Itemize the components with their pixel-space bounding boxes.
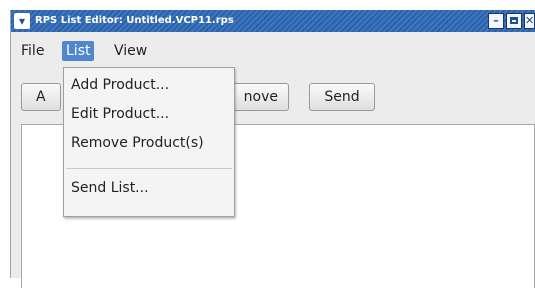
menu-bar: File List View [11, 39, 535, 63]
maximize-icon[interactable] [506, 13, 522, 29]
menu-file[interactable]: File [17, 41, 48, 61]
menu-list[interactable]: List [62, 41, 95, 61]
app-window: ▾ RPS List Editor: Untitled.VCP11.rps – … [10, 10, 535, 288]
menu-separator [66, 168, 232, 169]
chevron-down-icon[interactable]: ▾ [14, 13, 30, 29]
minimize-icon[interactable]: – [488, 13, 504, 29]
menu-item-edit-product[interactable]: Edit Product... [71, 106, 169, 122]
menu-item-remove-products[interactable]: Remove Product(s) [71, 135, 204, 151]
list-menu-dropdown: Add Product... Edit Product... Remove Pr… [63, 67, 235, 217]
menu-item-send-list[interactable]: Send List... [71, 180, 149, 196]
menu-view[interactable]: View [110, 41, 151, 61]
send-button[interactable]: Send [309, 83, 375, 111]
menu-item-add-product[interactable]: Add Product... [71, 77, 169, 93]
window-title: RPS List Editor: Untitled.VCP11.rps [35, 15, 234, 26]
add-button[interactable]: A [21, 83, 61, 111]
title-bar[interactable]: ▾ RPS List Editor: Untitled.VCP11.rps – … [11, 10, 535, 32]
close-icon[interactable]: ✕ [524, 13, 535, 29]
